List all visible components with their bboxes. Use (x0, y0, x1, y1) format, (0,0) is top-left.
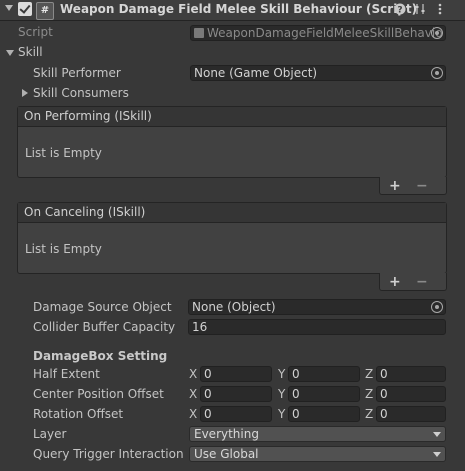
center-offset-y-input[interactable]: 0 (288, 386, 360, 402)
on-performing-empty: List is Empty (25, 146, 102, 160)
center-offset-label: Center Position Offset (33, 387, 164, 401)
script-picker-icon[interactable] (431, 27, 443, 39)
skill-performer-field[interactable]: None (Game Object) (190, 65, 446, 81)
half-extent-z-input[interactable]: 0 (376, 366, 446, 382)
center-offset-x-input[interactable]: 0 (200, 386, 272, 402)
on-canceling-list: On Canceling (ISkill) List is Empty (17, 202, 447, 274)
on-performing-add-button[interactable]: + (389, 179, 401, 193)
on-canceling-footer: + − (379, 273, 447, 291)
half-extent-y-input[interactable]: 0 (288, 366, 360, 382)
rotation-offset-y-label: Y (278, 407, 286, 421)
on-canceling-header: On Canceling (ISkill) (18, 203, 446, 223)
layer-label: Layer (33, 427, 67, 441)
on-performing-footer: + − (379, 177, 447, 195)
on-canceling-add-button[interactable]: + (389, 275, 401, 289)
half-extent-x-input[interactable]: 0 (200, 366, 272, 382)
damage-source-label: Damage Source Object (33, 300, 172, 314)
skill-consumers-foldout-icon[interactable] (22, 89, 28, 97)
rotation-offset-z-input[interactable]: 0 (376, 406, 446, 422)
query-trigger-label: Query Trigger Interaction (33, 447, 184, 461)
center-offset-z-label: Z (365, 387, 374, 401)
damagebox-heading: DamageBox Setting (33, 349, 168, 363)
query-trigger-chevron-down-icon (433, 452, 441, 457)
on-performing-list: On Performing (ISkill) List is Empty (17, 106, 447, 178)
on-performing-header: On Performing (ISkill) (18, 107, 446, 127)
skill-label[interactable]: Skill (18, 45, 43, 59)
svg-text:?: ? (397, 6, 402, 16)
collider-buffer-label: Collider Buffer Capacity (33, 320, 176, 334)
rotation-offset-z-label: Z (365, 407, 374, 421)
half-extent-label: Half Extent (33, 367, 100, 381)
query-trigger-dropdown[interactable]: Use Global (189, 446, 446, 462)
half-extent-x-label: X (189, 367, 198, 381)
more-icon[interactable] (433, 1, 447, 17)
rotation-offset-x-input[interactable]: 0 (200, 406, 272, 422)
center-offset-z-input[interactable]: 0 (376, 386, 446, 402)
collider-buffer-input[interactable]: 16 (188, 319, 446, 335)
script-label: Script (18, 25, 53, 39)
half-extent-y-label: Y (278, 367, 286, 381)
query-trigger-value: Use Global (194, 447, 259, 461)
layer-chevron-down-icon (433, 432, 441, 437)
layer-value: Everything (194, 427, 259, 441)
component-title: Weapon Damage Field Melee Skill Behaviou… (60, 2, 418, 16)
skill-performer-picker-icon[interactable] (431, 67, 443, 79)
skill-performer-label: Skill Performer (33, 66, 121, 80)
skill-consumers-label[interactable]: Skill Consumers (33, 86, 129, 100)
on-canceling-empty: List is Empty (25, 242, 102, 256)
rotation-offset-y-input[interactable]: 0 (288, 406, 360, 422)
script-icon: # (36, 2, 54, 20)
rotation-offset-label: Rotation Offset (33, 407, 124, 421)
script-file-icon (194, 28, 204, 38)
damage-source-value: None (Object) (192, 300, 276, 314)
component-header: # Weapon Damage Field Melee Skill Behavi… (0, 0, 465, 21)
damage-source-field[interactable]: None (Object) (188, 299, 446, 315)
layer-dropdown[interactable]: Everything (189, 426, 446, 442)
on-performing-remove-button[interactable]: − (416, 179, 428, 193)
center-offset-x-label: X (189, 387, 198, 401)
script-field-value: WeaponDamageFieldMeleeSkillBehavio (207, 26, 443, 40)
foldout-arrow-icon[interactable] (5, 5, 13, 11)
script-field[interactable]: WeaponDamageFieldMeleeSkillBehavio (190, 25, 446, 41)
help-icon[interactable]: ? (393, 1, 407, 17)
skill-performer-value: None (Game Object) (194, 66, 318, 80)
rotation-offset-x-label: X (189, 407, 198, 421)
settings-icon[interactable] (413, 1, 427, 17)
on-canceling-remove-button[interactable]: − (416, 275, 428, 289)
skill-foldout-icon[interactable] (6, 50, 14, 56)
damage-source-picker-icon[interactable] (431, 301, 443, 313)
enabled-checkbox[interactable] (18, 2, 32, 16)
center-offset-y-label: Y (278, 387, 286, 401)
half-extent-z-label: Z (365, 367, 374, 381)
